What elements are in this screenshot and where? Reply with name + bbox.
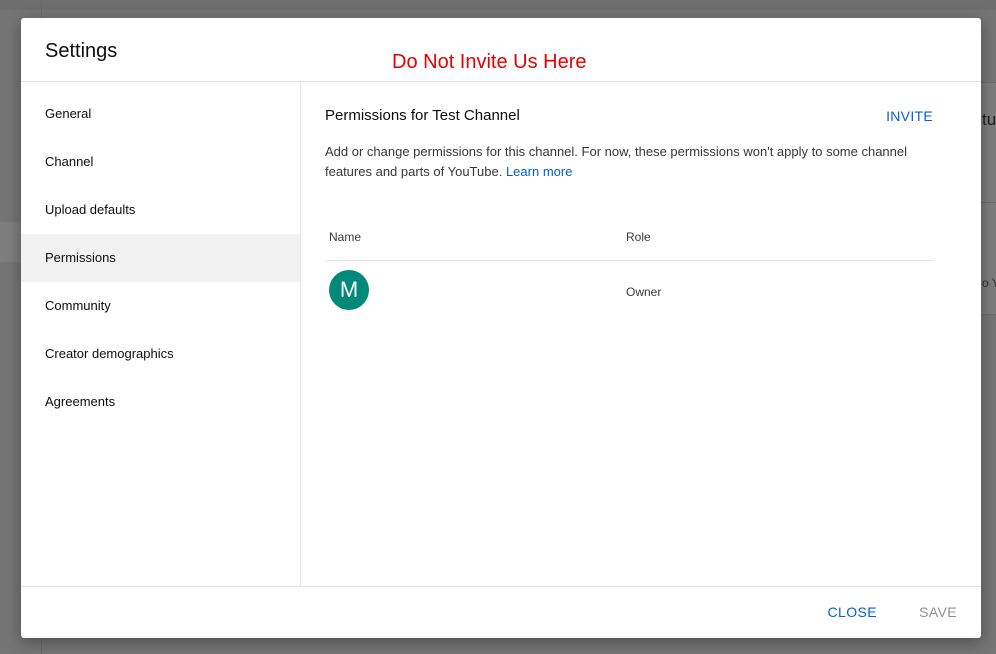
sidebar-item-agreements[interactable]: Agreements [21,378,300,426]
table-row: M Owner [325,262,934,322]
permissions-description: Add or change permissions for this chann… [325,142,925,182]
background-left-band [0,222,21,262]
settings-sidebar: General Channel Upload defaults Permissi… [21,82,301,586]
sidebar-item-upload-defaults[interactable]: Upload defaults [21,186,300,234]
save-button[interactable]: SAVE [919,604,957,620]
sidebar-item-general[interactable]: General [21,90,300,138]
permissions-table-header: Name Role [325,220,934,261]
description-text: Add or change permissions for this chann… [325,144,908,179]
invite-button[interactable]: INVITE [886,108,933,124]
annotation-text: Do Not Invite Us Here [392,51,587,73]
background-right-line [981,202,996,203]
background-right-line [981,314,996,315]
column-header-name: Name [329,230,362,244]
background-peek-text: o Yo [982,276,996,290]
sidebar-item-channel[interactable]: Channel [21,138,300,186]
background-top-strip [0,0,996,10]
permissions-panel: Permissions for Test Channel INVITE Add … [301,82,981,586]
sidebar-item-permissions[interactable]: Permissions [21,234,300,282]
dialog-header: Settings Do Not Invite Us Here [21,18,981,82]
background-peek-title: tu [982,110,996,129]
sidebar-item-creator-demographics[interactable]: Creator demographics [21,330,300,378]
column-header-role: Role [626,230,651,244]
role-value: Owner [626,285,662,299]
dialog-title: Settings [45,40,118,62]
background-right-line [981,82,996,83]
settings-dialog: Settings Do Not Invite Us Here General C… [21,18,981,638]
sidebar-item-community[interactable]: Community [21,282,300,330]
close-button[interactable]: CLOSE [828,604,877,620]
dialog-footer: CLOSE SAVE [21,586,981,638]
permissions-title: Permissions for Test Channel [325,107,520,124]
learn-more-link[interactable]: Learn more [506,164,572,179]
avatar: M [329,270,369,310]
